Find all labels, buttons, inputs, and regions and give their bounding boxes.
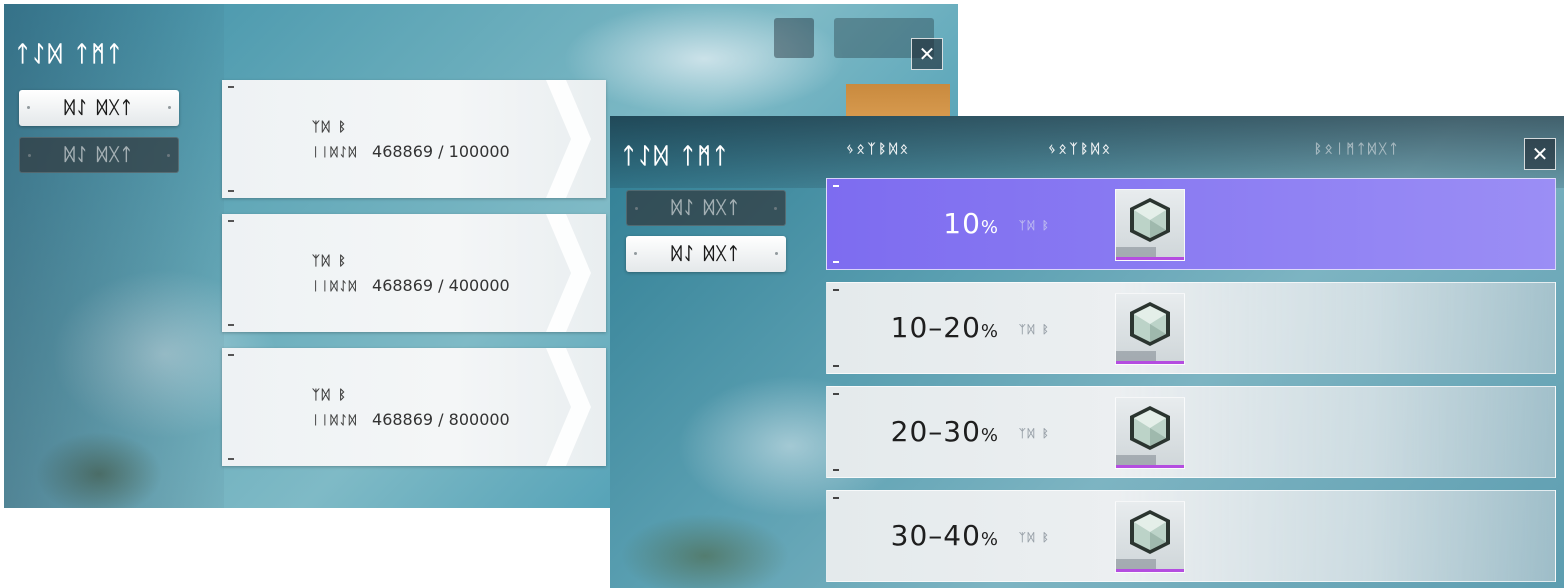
item-shadow	[1116, 559, 1156, 569]
panel-title: ᛏᛇᛞ ᛏᛗᛏ	[622, 144, 730, 169]
reward-panel-right: ᛏᛇᛞ ᛏᛗᛏ ᛃᛟᛉᛒᛞᛟ ᛃᛟᛉᛒᛞᛟ ᛒᛟᛁᛗᛏᛞᚷᛏ ✕ ᛞᛇ ᛞᚷᛏ …	[610, 116, 1564, 588]
progress-value: 468869 / 800000	[372, 410, 510, 429]
progress-label: ᛁᛁᛞᛇᛞ	[312, 278, 359, 293]
corner-mark	[228, 458, 234, 460]
tab-rewards-1[interactable]: ᛞᛇ ᛞᚷᛏ	[626, 190, 786, 226]
hexagon-crystal-icon	[1130, 302, 1170, 346]
rank-suffix: ᛉᛞ ᛒ	[1019, 531, 1051, 544]
progress-value: 468869 / 400000	[372, 276, 510, 295]
close-icon: ✕	[918, 42, 936, 66]
chevron-right-icon	[546, 214, 591, 332]
close-icon: ✕	[1531, 142, 1549, 166]
milestone-card[interactable]: ᛉᛞ ᛒ ᛁᛁᛞᛇᛞ 468869 / 800000	[222, 348, 606, 466]
rank-suffix: ᛉᛞ ᛒ	[1019, 219, 1051, 232]
milestone-progress-row: ᛁᛁᛞᛇᛞ 468869 / 800000	[312, 410, 510, 429]
milestone-title: ᛉᛞ ᛒ	[312, 388, 348, 403]
milestone-title: ᛉᛞ ᛒ	[312, 254, 348, 269]
background-button-icon	[774, 18, 814, 58]
milestone-progress-row: ᛁᛁᛞᛇᛞ 468869 / 100000	[312, 142, 510, 161]
tab-rewards-2[interactable]: ᛞᛇ ᛞᚷᛏ	[626, 236, 786, 272]
tab-dot	[168, 106, 171, 109]
tab-dot	[167, 154, 170, 157]
milestone-title: ᛉᛞ ᛒ	[312, 120, 348, 135]
corner-mark	[228, 220, 234, 222]
tab-label: ᛞᛇ ᛞᚷᛏ	[671, 244, 741, 264]
progress-label: ᛁᛁᛞᛇᛞ	[312, 412, 359, 427]
tab-dot	[28, 154, 31, 157]
corner-mark	[833, 261, 839, 263]
tab-dot	[774, 207, 777, 210]
close-button[interactable]: ✕	[1524, 138, 1556, 170]
hexagon-crystal-icon	[1130, 510, 1170, 554]
rank-suffix: ᛉᛞ ᛒ	[1019, 323, 1051, 336]
corner-mark	[228, 190, 234, 192]
panel-title: ᛏᛇᛞ ᛏᛗᛏ	[16, 42, 124, 67]
corner-mark	[228, 354, 234, 356]
reward-row[interactable]: 30–40% ᛉᛞ ᛒ	[826, 490, 1556, 582]
rank-suffix: ᛉᛞ ᛒ	[1019, 427, 1051, 440]
milestone-progress-row: ᛁᛁᛞᛇᛞ 468869 / 400000	[312, 276, 510, 295]
corner-mark	[833, 469, 839, 471]
item-shadow	[1116, 247, 1156, 257]
item-shadow	[1116, 351, 1156, 361]
reward-item[interactable]	[1115, 189, 1185, 261]
rarity-bar	[1116, 257, 1184, 260]
milestone-card[interactable]: ᛉᛞ ᛒ ᛁᛁᛞᛇᛞ 468869 / 100000	[222, 80, 606, 198]
reward-item[interactable]	[1115, 397, 1185, 469]
tab-dot	[635, 207, 638, 210]
item-shadow	[1116, 455, 1156, 465]
hexagon-crystal-icon	[1130, 406, 1170, 450]
rank-range: 30–40%	[890, 519, 999, 552]
tab-dot	[775, 252, 778, 255]
corner-mark	[833, 185, 839, 187]
reward-row[interactable]: 20–30% ᛉᛞ ᛒ	[826, 386, 1556, 478]
corner-mark	[833, 497, 839, 499]
corner-mark	[833, 289, 839, 291]
progress-value: 468869 / 100000	[372, 142, 510, 161]
rank-range: 10%	[943, 207, 999, 240]
rarity-bar	[1116, 569, 1184, 572]
background-shade	[4, 4, 224, 508]
progress-label: ᛁᛁᛞᛇᛞ	[312, 144, 359, 159]
corner-mark	[833, 365, 839, 367]
corner-mark	[228, 324, 234, 326]
tab-dot	[634, 252, 637, 255]
chevron-right-icon	[546, 80, 591, 198]
hexagon-crystal-icon	[1130, 198, 1170, 242]
reward-row[interactable]: 10% ᛉᛞ ᛒ	[826, 178, 1556, 270]
chevron-right-icon	[546, 348, 591, 466]
close-button[interactable]: ✕	[911, 38, 943, 70]
tab-rewards-1[interactable]: ᛞᛇ ᛞᚷᛏ	[19, 90, 179, 126]
rarity-bar	[1116, 361, 1184, 364]
rank-range: 20–30%	[890, 415, 999, 448]
reward-item[interactable]	[1115, 501, 1185, 573]
tab-rewards-2[interactable]: ᛞᛇ ᛞᚷᛏ	[19, 137, 179, 173]
tab-label: ᛞᛇ ᛞᚷᛏ	[64, 145, 134, 165]
tab-label: ᛞᛇ ᛞᚷᛏ	[671, 198, 741, 218]
reward-item[interactable]	[1115, 293, 1185, 365]
column-header-1: ᛃᛟᛉᛒᛞᛟ	[846, 142, 911, 157]
corner-mark	[833, 393, 839, 395]
rarity-bar	[1116, 465, 1184, 468]
rank-range: 10–20%	[890, 311, 999, 344]
column-header-3: ᛒᛟᛁᛗᛏᛞᚷᛏ	[1314, 142, 1401, 157]
tab-dot	[27, 106, 30, 109]
corner-mark	[228, 86, 234, 88]
milestone-card[interactable]: ᛉᛞ ᛒ ᛁᛁᛞᛇᛞ 468869 / 400000	[222, 214, 606, 332]
tab-label: ᛞᛇ ᛞᚷᛏ	[64, 98, 134, 118]
reward-row[interactable]: 10–20% ᛉᛞ ᛒ	[826, 282, 1556, 374]
column-header-2: ᛃᛟᛉᛒᛞᛟ	[1048, 142, 1113, 157]
